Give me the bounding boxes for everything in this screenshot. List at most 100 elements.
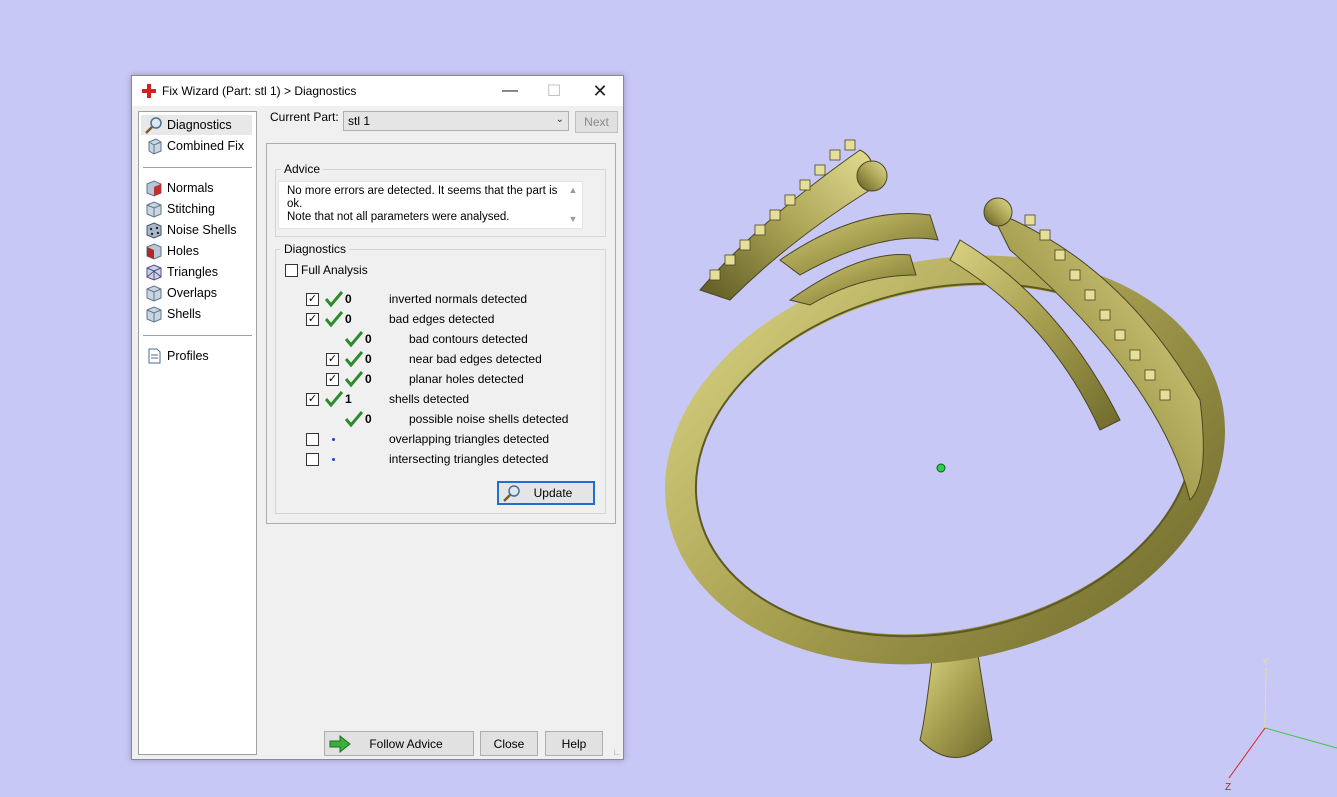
sidebar-item-shells[interactable]: Shells bbox=[141, 304, 252, 324]
current-part-select[interactable]: stl 1 ⌄ bbox=[343, 111, 569, 131]
check-icon bbox=[345, 411, 363, 428]
sidebar-divider bbox=[143, 335, 252, 336]
sidebar-item-label: Stitching bbox=[167, 202, 215, 216]
close-window-button[interactable]: ✕ bbox=[577, 76, 623, 106]
overlapping-triangles-label: overlapping triangles detected bbox=[389, 432, 550, 446]
advice-title: Advice bbox=[281, 162, 324, 176]
sidebar-item-overlaps[interactable]: Overlaps bbox=[141, 283, 252, 303]
next-button[interactable]: Next bbox=[575, 111, 618, 133]
axis-label-y: Y bbox=[1262, 657, 1269, 668]
fix-wizard-sidebar: Diagnostics Combined Fix Normals Stitchi… bbox=[138, 111, 257, 755]
window-title: Fix Wizard (Part: stl 1) > Diagnostics bbox=[162, 84, 357, 98]
noise-shells-count: 0 bbox=[365, 412, 372, 426]
sidebar-item-stitching[interactable]: Stitching bbox=[141, 199, 252, 219]
update-button[interactable]: Update bbox=[497, 481, 595, 505]
advice-line-1: No more errors are detected. It seems th… bbox=[287, 185, 558, 210]
shells-cube-icon bbox=[146, 306, 162, 323]
sidebar-divider bbox=[143, 167, 252, 168]
full-analysis-checkbox[interactable] bbox=[285, 264, 298, 277]
sidebar-item-combined-fix[interactable]: Combined Fix bbox=[141, 136, 252, 156]
current-part-value: stl 1 bbox=[348, 114, 371, 128]
maximize-button[interactable]: ☐ bbox=[531, 76, 577, 106]
overlapping-triangles-checkbox[interactable] bbox=[306, 433, 319, 446]
check-icon bbox=[325, 291, 343, 308]
near-bad-edges-label: near bad edges detected bbox=[409, 352, 542, 366]
sidebar-item-label: Triangles bbox=[167, 265, 218, 279]
inverted-normals-checkbox[interactable]: ✓ bbox=[306, 293, 319, 306]
triangles-cube-icon bbox=[146, 264, 162, 281]
scroll-down-icon[interactable]: ▼ bbox=[566, 213, 580, 226]
sidebar-item-triangles[interactable]: Triangles bbox=[141, 262, 252, 282]
planar-holes-label: planar holes detected bbox=[409, 372, 524, 386]
green-arrow-icon bbox=[329, 735, 351, 753]
shells-label: shells detected bbox=[389, 392, 470, 406]
sidebar-item-label: Shells bbox=[167, 307, 202, 321]
sidebar-item-label: Diagnostics bbox=[167, 118, 232, 132]
title-bar[interactable]: Fix Wizard (Part: stl 1) > Diagnostics —… bbox=[132, 76, 623, 106]
bad-edges-checkbox[interactable]: ✓ bbox=[306, 313, 319, 326]
cube-icon bbox=[148, 138, 162, 155]
inverted-normals-label: inverted normals detected bbox=[389, 292, 528, 306]
intersecting-triangles-checkbox[interactable] bbox=[306, 453, 319, 466]
help-button[interactable]: Help bbox=[545, 731, 603, 756]
chevron-down-icon: ⌄ bbox=[555, 114, 564, 125]
inverted-normals-count: 0 bbox=[345, 292, 352, 306]
sidebar-item-diagnostics[interactable]: Diagnostics bbox=[141, 115, 252, 135]
advice-text-box: No more errors are detected. It seems th… bbox=[278, 181, 583, 229]
check-icon bbox=[325, 391, 343, 408]
fix-wizard-dialog: Fix Wizard (Part: stl 1) > Diagnostics —… bbox=[131, 75, 624, 760]
bad-edges-label: bad edges detected bbox=[389, 312, 495, 326]
sidebar-item-normals[interactable]: Normals bbox=[141, 178, 252, 198]
pending-dot-icon bbox=[332, 458, 335, 461]
follow-advice-button[interactable]: Follow Advice bbox=[324, 731, 474, 756]
check-icon bbox=[345, 331, 363, 348]
noise-shells-label: possible noise shells detected bbox=[409, 412, 569, 426]
intersecting-triangles-label: intersecting triangles detected bbox=[389, 452, 549, 466]
near-bad-edges-count: 0 bbox=[365, 352, 372, 366]
follow-advice-label: Follow Advice bbox=[369, 736, 443, 751]
near-bad-edges-checkbox[interactable]: ✓ bbox=[326, 353, 339, 366]
pending-dot-icon bbox=[332, 438, 335, 441]
advice-scrollbar[interactable]: ▲ ▼ bbox=[566, 184, 580, 228]
sidebar-item-noise-shells[interactable]: Noise Shells bbox=[141, 220, 252, 240]
minimize-button[interactable]: — bbox=[487, 76, 533, 106]
check-icon bbox=[345, 371, 363, 388]
sidebar-item-profiles[interactable]: Profiles bbox=[141, 346, 252, 366]
planar-holes-checkbox[interactable]: ✓ bbox=[326, 373, 339, 386]
sidebar-item-label: Holes bbox=[167, 244, 199, 258]
diagnostics-title: Diagnostics bbox=[281, 242, 350, 256]
sidebar-item-holes[interactable]: Holes bbox=[141, 241, 252, 261]
sidebar-item-label: Noise Shells bbox=[167, 223, 237, 237]
normals-cube-icon bbox=[146, 180, 162, 197]
sidebar-item-label: Normals bbox=[167, 181, 214, 195]
close-button[interactable]: Close bbox=[480, 731, 538, 756]
bad-contours-count: 0 bbox=[365, 332, 372, 346]
stitching-cube-icon bbox=[146, 201, 162, 218]
magnifier-icon bbox=[503, 485, 520, 502]
overlaps-cube-icon bbox=[146, 285, 162, 302]
sidebar-item-label: Overlaps bbox=[167, 286, 218, 300]
bad-edges-count: 0 bbox=[345, 312, 352, 326]
noise-shells-icon bbox=[146, 222, 162, 239]
advice-line-2: Note that not all parameters were analys… bbox=[287, 211, 510, 223]
document-icon bbox=[148, 348, 161, 364]
planar-holes-count: 0 bbox=[365, 372, 372, 386]
check-icon bbox=[325, 311, 343, 328]
update-button-label: Update bbox=[533, 486, 573, 500]
resize-grip-icon[interactable]: ∟ bbox=[612, 747, 621, 757]
bad-contours-label: bad contours detected bbox=[409, 332, 528, 346]
ring-model[interactable] bbox=[644, 139, 1245, 758]
pivot-point bbox=[936, 463, 946, 473]
scroll-up-icon[interactable]: ▲ bbox=[566, 184, 580, 197]
check-icon bbox=[345, 351, 363, 368]
shells-checkbox[interactable]: ✓ bbox=[306, 393, 319, 406]
shells-count: 1 bbox=[345, 392, 352, 406]
sidebar-item-label: Profiles bbox=[167, 349, 209, 363]
magnifier-icon bbox=[145, 117, 162, 134]
red-cross-icon bbox=[142, 84, 156, 98]
holes-cube-icon bbox=[146, 243, 162, 260]
sidebar-item-label: Combined Fix bbox=[167, 139, 245, 153]
full-analysis-label: Full Analysis bbox=[301, 263, 368, 277]
axis-label-z: Z bbox=[1225, 782, 1232, 793]
axis-gizmo bbox=[1228, 667, 1337, 779]
